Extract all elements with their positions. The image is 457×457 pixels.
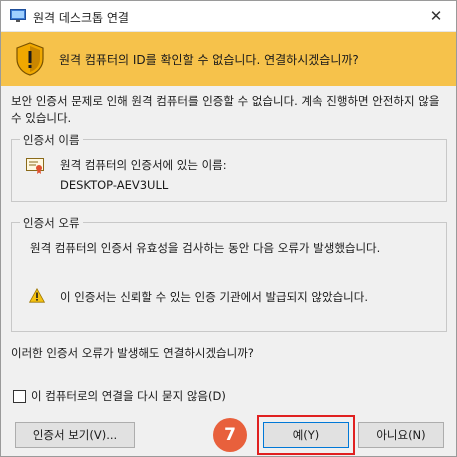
- no-button[interactable]: 아니요(N): [358, 422, 444, 448]
- intro-text: 보안 인증서 문제로 인해 원격 컴퓨터를 인증할 수 없습니다. 계속 진행하…: [11, 94, 440, 125]
- step-number-badge: 7: [213, 418, 247, 452]
- dont-ask-again-option[interactable]: 이 컴퓨터로의 연결을 다시 묻지 않음(D): [13, 388, 226, 404]
- certificate-name-legend: 인증서 이름: [20, 132, 83, 148]
- certificate-name-label: 원격 컴퓨터의 인증서에 있는 이름:: [60, 158, 227, 172]
- warning-banner: 원격 컴퓨터의 ID를 확인할 수 없습니다. 연결하시겠습니까?: [1, 32, 456, 86]
- certificate-errors-legend: 인증서 오류: [20, 215, 83, 231]
- dont-ask-again-checkbox[interactable]: [13, 389, 26, 403]
- view-certificate-button[interactable]: 인증서 보기(V)...: [15, 422, 135, 448]
- warning-icon: [29, 288, 45, 303]
- dont-ask-again-label: 이 컴퓨터로의 연결을 다시 묻지 않음(D): [31, 389, 226, 403]
- certificate-name-value: DESKTOP-AEV3ULL: [60, 178, 169, 192]
- window-title: 원격 데스크톱 연결: [33, 11, 129, 25]
- shield-warning-icon: [16, 42, 44, 76]
- close-button[interactable]: ✕: [416, 1, 456, 31]
- banner-message: 원격 컴퓨터의 ID를 확인할 수 없습니다. 연결하시겠습니까?: [59, 53, 359, 67]
- certificate-icon: [26, 158, 44, 174]
- certificate-errors-group: 인증서 오류 원격 컴퓨터의 인증서 유효성을 검사하는 동안 다음 오류가 발…: [11, 215, 447, 332]
- close-icon: ✕: [429, 7, 443, 25]
- confirm-question: 이러한 인증서 오류가 발생해도 연결하시겠습니까?: [11, 346, 254, 360]
- certificate-name-group: 인증서 이름 원격 컴퓨터의 인증서에 있는 이름: DESKTOP-AEV3U…: [11, 132, 447, 202]
- rdp-certificate-dialog: 원격 데스크톱 연결 ✕ 원격 컴퓨터의 ID를 확인할 수 없습니다. 연결하…: [0, 0, 457, 457]
- certificate-error-item: 이 인증서는 신뢰할 수 있는 인증 기관에서 발급되지 않았습니다.: [60, 290, 368, 304]
- remote-desktop-icon: [10, 9, 26, 22]
- yes-button[interactable]: 예(Y): [263, 422, 349, 448]
- title-bar: 원격 데스크톱 연결 ✕: [1, 1, 456, 32]
- certificate-errors-description: 원격 컴퓨터의 인증서 유효성을 검사하는 동안 다음 오류가 발생했습니다.: [30, 241, 381, 255]
